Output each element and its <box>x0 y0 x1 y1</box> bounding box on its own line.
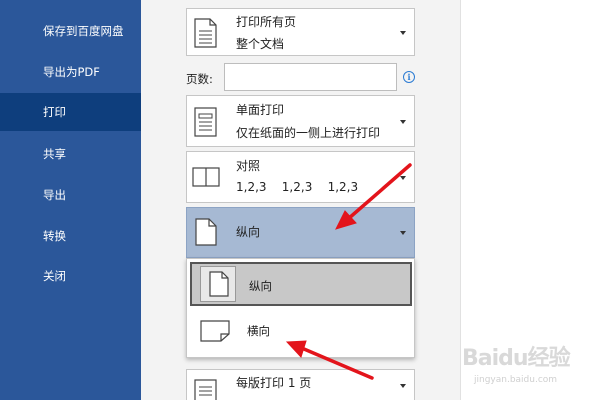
print-range-select[interactable]: 打印所有页 整个文档 <box>186 8 415 56</box>
orientation-option-landscape[interactable]: 横向 <box>190 309 412 353</box>
baidu-jingyan-watermark-url: jingyan.baidu.com <box>474 375 558 385</box>
orientation-option-landscape-label: 横向 <box>247 324 270 338</box>
chevron-down-icon <box>400 384 406 388</box>
backstage-sidebar: 保存到百度网盘 导出为PDF 打印 共享 导出 转换 关闭 <box>0 0 141 400</box>
chevron-down-icon <box>400 120 406 124</box>
print-sides-title: 单面打印 <box>236 103 285 117</box>
sidebar-item-share[interactable]: 共享 <box>0 135 141 173</box>
sidebar-item-print[interactable]: 打印 <box>0 93 141 131</box>
print-range-subtitle: 整个文档 <box>236 37 285 51</box>
single-sided-page-icon <box>194 107 217 137</box>
sidebar-item-export[interactable]: 导出 <box>0 176 141 214</box>
print-range-title: 打印所有页 <box>236 15 297 29</box>
pages-per-sheet-title: 每版打印 1 页 <box>236 376 312 390</box>
pages-label: 页数: <box>186 72 213 86</box>
chevron-down-icon <box>400 176 406 180</box>
print-settings-panel: 打印所有页 整个文档 页数: i 单面打印 仅在纸面的一侧上进行打印 对照 1,… <box>141 0 460 400</box>
collate-title: 对照 <box>236 159 261 173</box>
orientation-select[interactable]: 纵向 <box>186 207 415 258</box>
chevron-down-icon <box>400 31 406 35</box>
orientation-dropdown-menu: 纵向 横向 <box>186 258 415 358</box>
document-pages-icon <box>194 18 217 48</box>
page-layout-icon <box>194 379 217 400</box>
baidu-jingyan-watermark: Baidu经验 <box>462 346 571 371</box>
info-icon[interactable]: i <box>403 71 415 83</box>
landscape-page-icon <box>200 320 230 342</box>
portrait-page-icon <box>209 271 229 297</box>
chevron-down-icon <box>400 231 406 235</box>
print-sides-subtitle: 仅在纸面的一侧上进行打印 <box>236 126 381 140</box>
sidebar-item-export-pdf[interactable]: 导出为PDF <box>0 53 141 91</box>
pages-input[interactable] <box>224 63 397 91</box>
sidebar-item-convert[interactable]: 转换 <box>0 217 141 255</box>
sidebar-item-save-to-baidu-netdisk[interactable]: 保存到百度网盘 <box>0 12 141 50</box>
collate-select[interactable]: 对照 1,2,3 1,2,3 1,2,3 <box>186 151 415 203</box>
orientation-option-portrait[interactable]: 纵向 <box>190 262 412 306</box>
print-sides-select[interactable]: 单面打印 仅在纸面的一侧上进行打印 <box>186 95 415 147</box>
portrait-page-icon <box>195 218 217 246</box>
collate-subtitle: 1,2,3 1,2,3 1,2,3 <box>236 180 359 194</box>
orientation-selected-label: 纵向 <box>236 225 261 239</box>
collate-icon <box>192 167 220 187</box>
pages-per-sheet-select[interactable]: 每版打印 1 页 <box>186 369 415 400</box>
sidebar-item-close[interactable]: 关闭 <box>0 257 141 295</box>
portrait-thumb <box>200 266 236 302</box>
orientation-option-portrait-label: 纵向 <box>249 279 272 293</box>
